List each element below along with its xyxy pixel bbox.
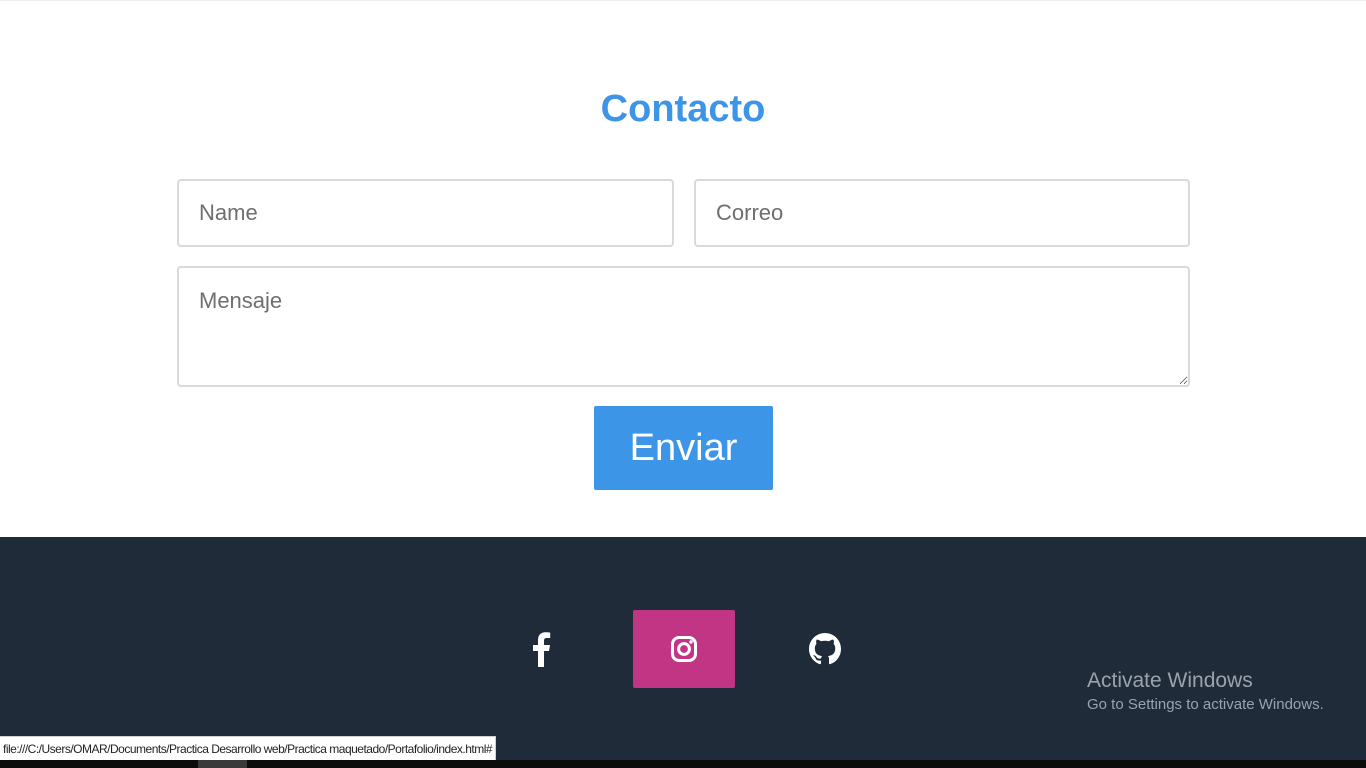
page: Contacto Enviar Activate Windows Go to S bbox=[0, 0, 1366, 768]
taskbar-item[interactable] bbox=[198, 760, 247, 768]
activate-windows-watermark: Activate Windows Go to Settings to activ… bbox=[1087, 668, 1324, 714]
facebook-icon bbox=[533, 632, 551, 667]
email-input[interactable] bbox=[694, 179, 1190, 247]
github-icon bbox=[809, 633, 841, 665]
watermark-subtitle: Go to Settings to activate Windows. bbox=[1087, 696, 1324, 714]
instagram-link[interactable] bbox=[633, 610, 735, 688]
contact-section: Contacto Enviar bbox=[0, 0, 1366, 537]
taskbar bbox=[0, 760, 1366, 768]
status-bar-url: file:///C:/Users/OMAR/Documents/Practica… bbox=[0, 736, 497, 761]
facebook-link[interactable] bbox=[490, 610, 592, 688]
watermark-title: Activate Windows bbox=[1087, 669, 1253, 692]
instagram-icon bbox=[671, 636, 697, 662]
footer bbox=[0, 537, 1366, 768]
contact-title: Contacto bbox=[600, 88, 766, 130]
github-link[interactable] bbox=[774, 610, 876, 688]
message-textarea[interactable] bbox=[177, 266, 1190, 387]
send-button[interactable]: Enviar bbox=[594, 406, 773, 490]
name-input[interactable] bbox=[177, 179, 674, 247]
